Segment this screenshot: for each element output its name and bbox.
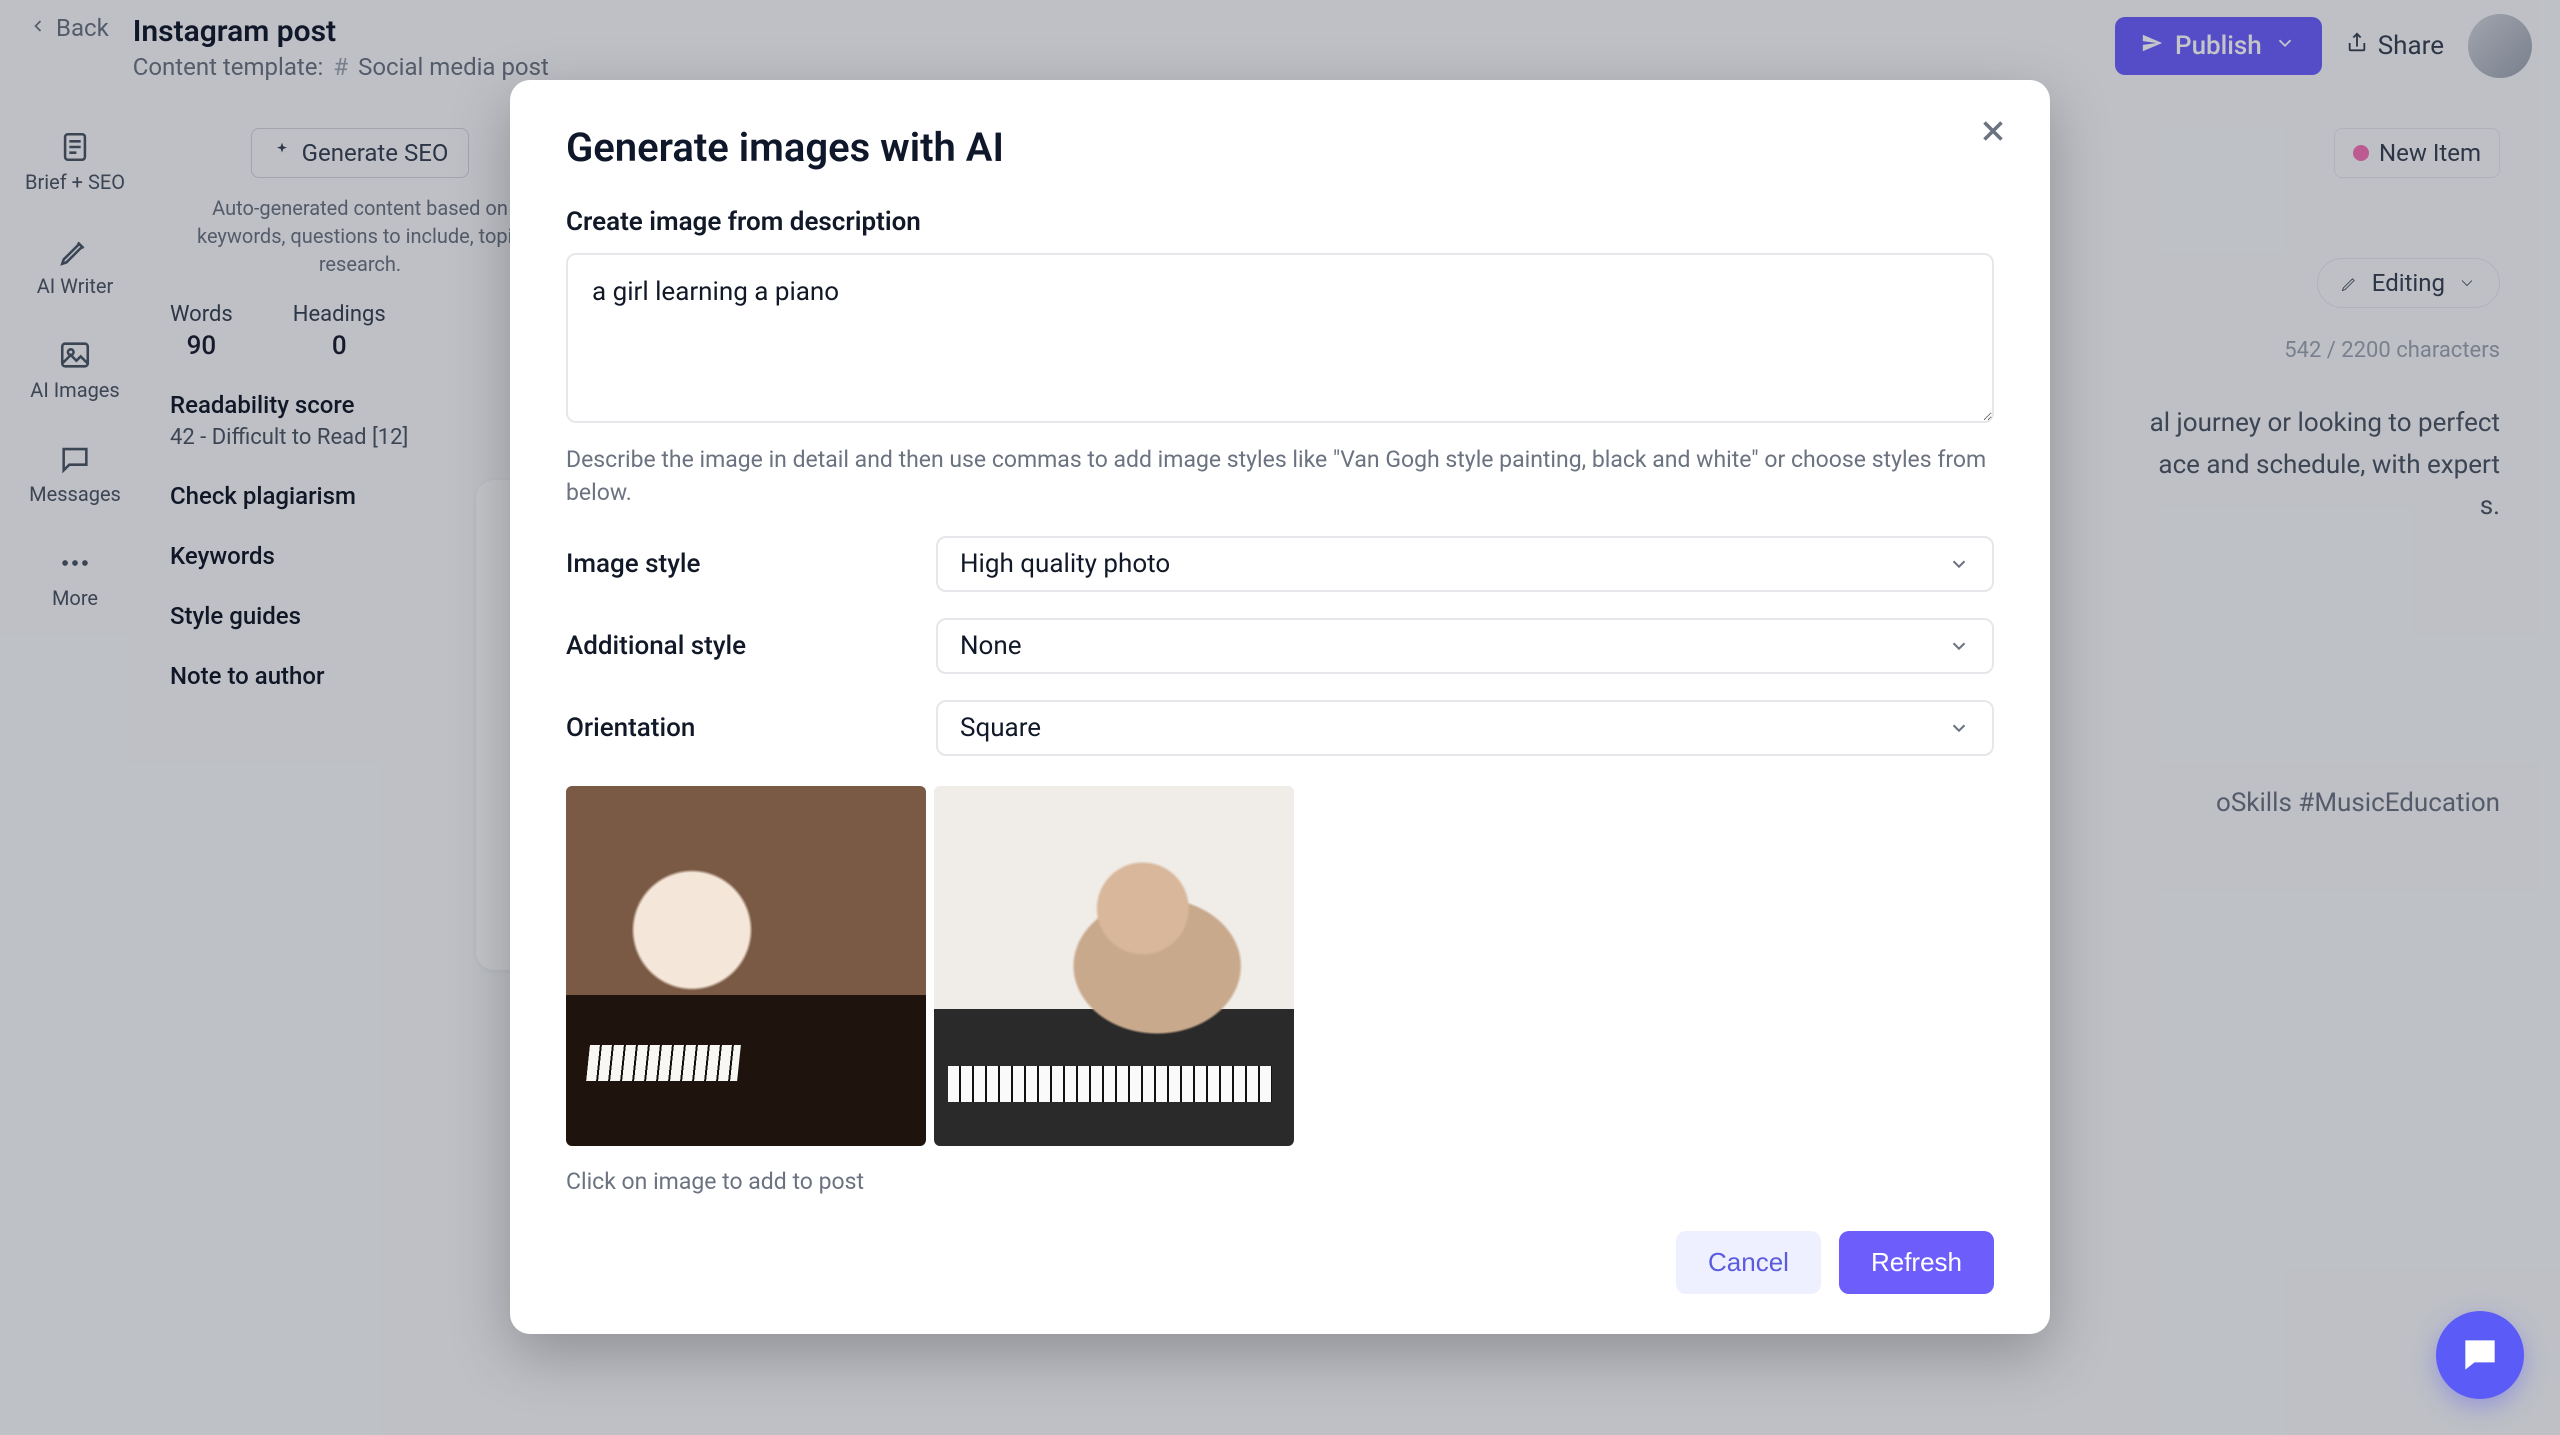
generated-image-2[interactable] xyxy=(934,786,1294,1146)
image-style-label: Image style xyxy=(566,549,936,579)
select-value: High quality photo xyxy=(960,549,1170,579)
chevron-down-icon xyxy=(1948,635,1970,657)
select-value: Square xyxy=(960,713,1041,743)
cancel-button[interactable]: Cancel xyxy=(1676,1231,1821,1294)
generated-image-1[interactable] xyxy=(566,786,926,1146)
orientation-select[interactable]: Square xyxy=(936,700,1994,756)
thumb-help: Click on image to add to post xyxy=(566,1168,1994,1195)
additional-style-select[interactable]: None xyxy=(936,618,1994,674)
modal-overlay: Generate images with AI Create image fro… xyxy=(0,0,2560,1435)
additional-style-label: Additional style xyxy=(566,631,936,661)
select-value: None xyxy=(960,631,1022,661)
close-button[interactable] xyxy=(1976,114,2010,152)
orientation-label: Orientation xyxy=(566,713,936,743)
chat-bubble-icon xyxy=(2458,1333,2502,1377)
close-icon xyxy=(1976,114,2010,148)
chevron-down-icon xyxy=(1948,553,1970,575)
modal-title: Generate images with AI xyxy=(566,124,1994,171)
description-help: Describe the image in detail and then us… xyxy=(566,443,1994,510)
refresh-button[interactable]: Refresh xyxy=(1839,1231,1994,1294)
chat-fab[interactable] xyxy=(2436,1311,2524,1399)
generate-images-modal: Generate images with AI Create image fro… xyxy=(510,80,2050,1334)
description-input[interactable] xyxy=(566,253,1994,423)
chevron-down-icon xyxy=(1948,717,1970,739)
description-label: Create image from description xyxy=(566,207,1994,237)
image-style-select[interactable]: High quality photo xyxy=(936,536,1994,592)
